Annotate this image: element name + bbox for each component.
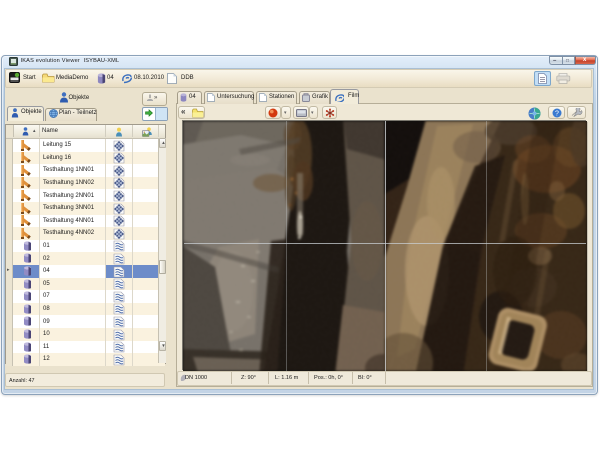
svg-text:?: ? [555, 110, 559, 117]
